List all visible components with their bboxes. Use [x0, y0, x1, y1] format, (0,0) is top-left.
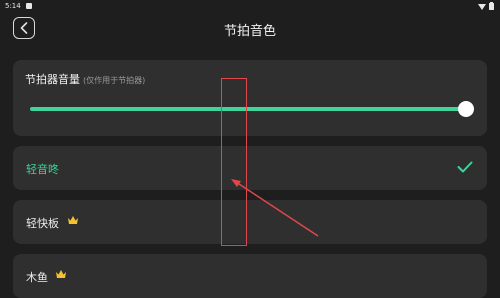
status-time: 5:14 [5, 2, 21, 10]
option-row-qingkuaiban[interactable]: 轻快板 [13, 200, 487, 244]
option-label: 轻快板 [26, 217, 59, 230]
volume-hint: (仅作用于节拍器) [83, 76, 146, 85]
volume-slider-track[interactable] [30, 107, 466, 111]
check-icon [457, 161, 473, 173]
wifi-icon [478, 3, 486, 10]
volume-slider-thumb[interactable] [458, 101, 474, 117]
status-icons [478, 2, 494, 10]
volume-title: 节拍器音量 (仅作用于节拍器) [25, 71, 145, 87]
status-bar: 5:14 [0, 0, 500, 12]
option-row-muyu[interactable]: 木鱼 [13, 254, 487, 298]
page-title: 节拍音色 [223, 24, 276, 39]
volume-card: 节拍器音量 (仅作用于节拍器) [13, 60, 487, 136]
notification-icon [26, 3, 32, 9]
option-row-qingyindong[interactable]: 轻音咚 [13, 146, 487, 190]
crown-icon [68, 216, 78, 224]
option-label: 木鱼 [26, 271, 48, 284]
volume-title-text: 节拍器音量 [25, 73, 80, 86]
crown-icon [56, 270, 66, 278]
header: 节拍音色 [0, 12, 500, 46]
battery-icon [489, 2, 494, 10]
option-label: 轻音咚 [26, 163, 59, 176]
